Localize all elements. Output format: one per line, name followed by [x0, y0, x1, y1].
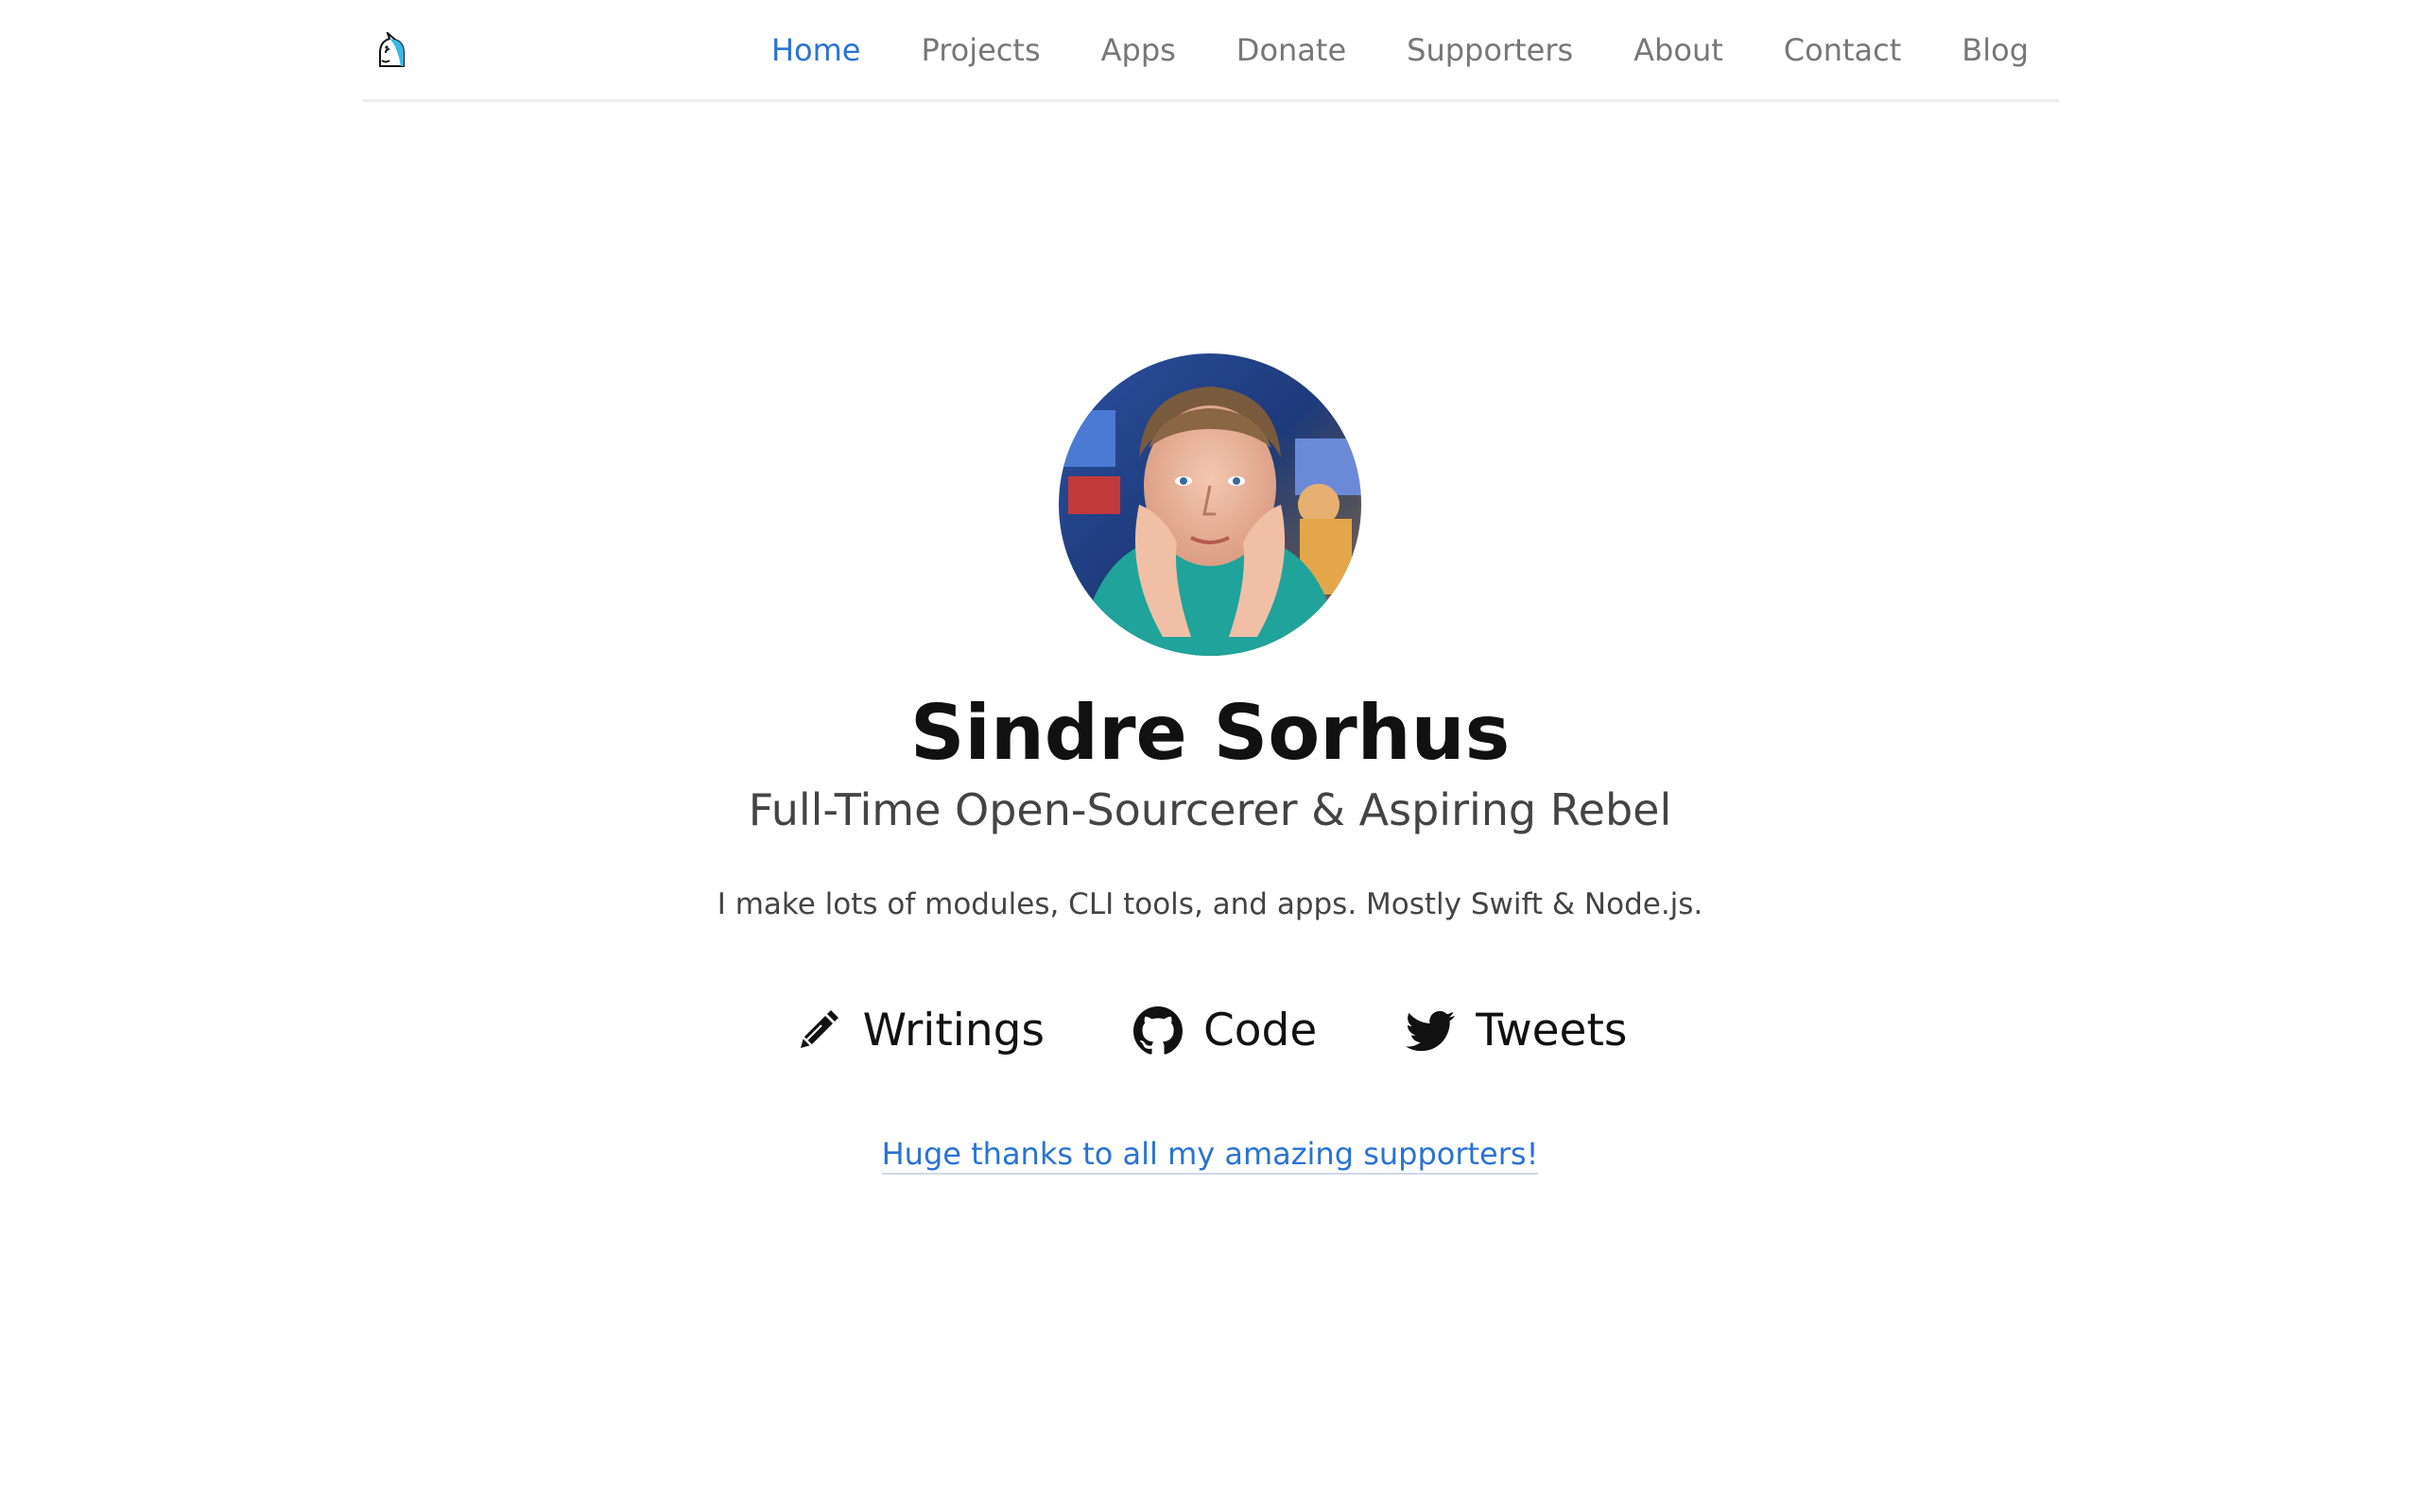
writings-label: Writings: [862, 1005, 1045, 1057]
intro-text: I make lots of modules, CLI tools, and a…: [717, 887, 1703, 921]
page: Home Projects Apps Donate Supporters Abo…: [0, 0, 2420, 1512]
tweets-link[interactable]: Tweets: [1406, 998, 1627, 1064]
nav-home[interactable]: Home: [771, 28, 861, 72]
nav-blog[interactable]: Blog: [1962, 28, 2029, 72]
main-menu: Home Projects Apps Donate Supporters Abo…: [711, 28, 2029, 72]
nav-about[interactable]: About: [1634, 28, 1723, 72]
thanks-line: Huge thanks to all my amazing supporters…: [0, 1132, 2420, 1176]
nav-apps[interactable]: Apps: [1101, 28, 1176, 72]
supporters-thanks-link[interactable]: Huge thanks to all my amazing supporters…: [881, 1136, 1539, 1175]
writings-link[interactable]: Writings: [793, 998, 1045, 1064]
github-icon: [1132, 1006, 1183, 1056]
twitter-icon: [1406, 1006, 1456, 1056]
unicorn-icon[interactable]: [372, 29, 410, 70]
pencil-icon: [793, 1006, 842, 1056]
code-label: Code: [1202, 1005, 1318, 1057]
top-nav: Home Projects Apps Donate Supporters Abo…: [363, 0, 2059, 102]
nav-contact[interactable]: Contact: [1784, 28, 1902, 72]
nav-supporters[interactable]: Supporters: [1407, 28, 1573, 72]
page-title: Sindre Sorhus: [909, 689, 1511, 777]
tagline: Full-Time Open-Sourcerer & Aspiring Rebe…: [748, 784, 1672, 835]
code-link[interactable]: Code: [1132, 998, 1318, 1064]
tweets-label: Tweets: [1476, 1005, 1628, 1057]
nav-donate[interactable]: Donate: [1236, 28, 1346, 72]
social-links: Writings Code Tweets: [0, 998, 2420, 1064]
avatar: [1059, 353, 1361, 656]
nav-projects[interactable]: Projects: [921, 28, 1040, 72]
